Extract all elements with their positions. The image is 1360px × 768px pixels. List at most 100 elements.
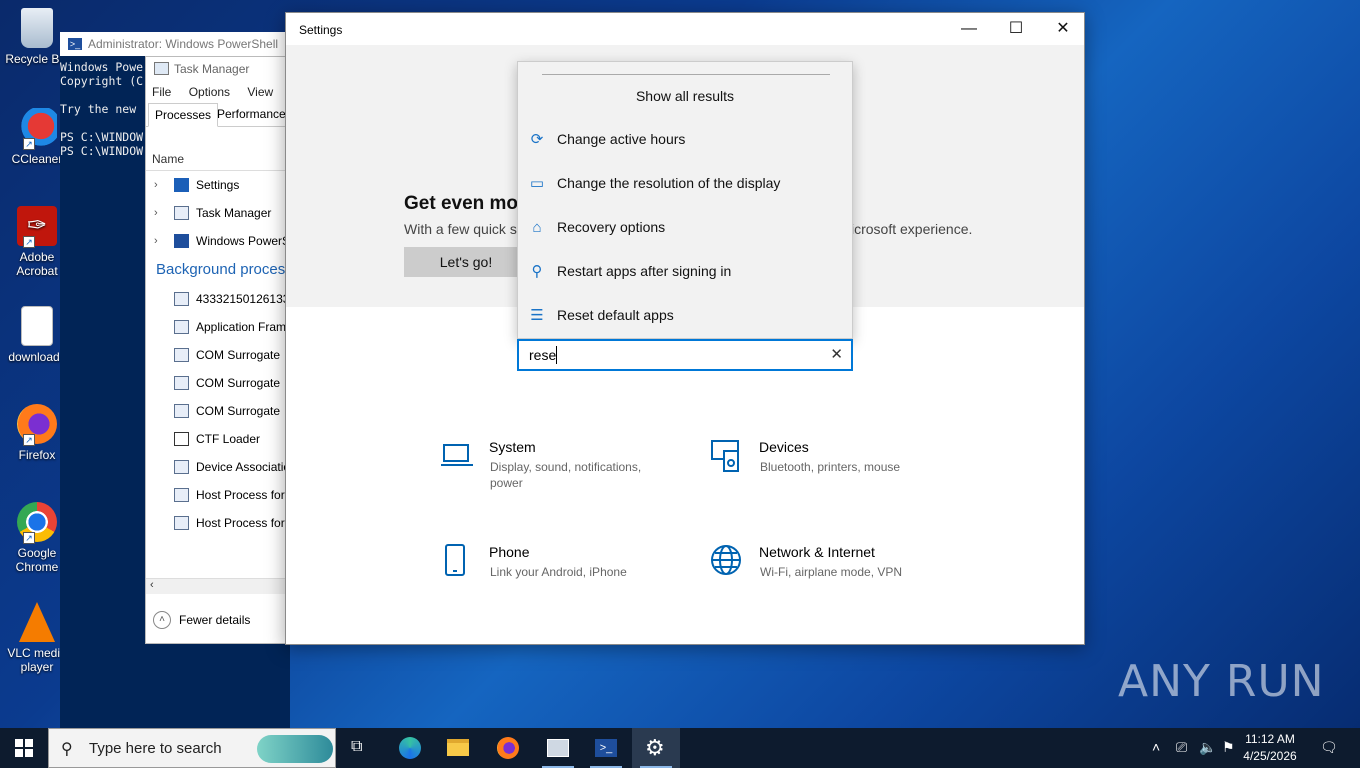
taskbar-search-placeholder: Type here to search	[89, 740, 222, 757]
system-clock[interactable]: 11:12 AM 4/25/2026	[1240, 731, 1300, 765]
fewer-details-button[interactable]: ˄ Fewer details	[146, 605, 286, 635]
process-row[interactable]: Host Process for	[146, 481, 286, 509]
category-network[interactable]: Network & Internet Wi-Fi, airplane mode,…	[710, 544, 950, 604]
process-row[interactable]: 433321501261335	[146, 285, 286, 313]
divider	[542, 74, 830, 75]
firefox-icon: ↗	[17, 404, 57, 446]
category-system[interactable]: System Display, sound, notifications, po…	[440, 439, 680, 499]
gear-icon: ⚙	[645, 735, 665, 760]
recycle-bin-icon	[21, 8, 53, 48]
chevron-up-icon[interactable]: ˄	[1152, 739, 1160, 755]
process-window-icon	[174, 376, 189, 390]
category-devices[interactable]: Devices Bluetooth, printers, mouse	[710, 439, 950, 499]
process-row[interactable]: Device Associatio	[146, 453, 286, 481]
settings-search-input[interactable]: rese ✕	[517, 339, 853, 371]
process-row[interactable]: COM Surrogate	[146, 397, 286, 425]
action-center-flag-icon[interactable]: ⚑	[1222, 739, 1235, 756]
settings-title: Settings	[299, 23, 343, 37]
notifications-icon[interactable]: 🗨	[1320, 739, 1338, 756]
search-highlight-image	[257, 735, 333, 763]
start-button[interactable]	[0, 728, 48, 768]
task-manager-icon	[174, 206, 189, 220]
process-row-task-manager[interactable]: › Task Manager	[146, 199, 286, 227]
lets-go-button[interactable]: Let's go!	[404, 247, 528, 277]
ccleaner-icon: ↗	[17, 108, 57, 150]
suggestion-reset-default-apps[interactable]: ☰ Reset default apps	[518, 296, 852, 336]
process-row[interactable]: COM Surrogate	[146, 369, 286, 397]
chevron-right-icon[interactable]: ›	[154, 199, 158, 227]
maximize-button[interactable]: ☐	[993, 13, 1039, 45]
anyrun-watermark: ANY RUN	[1118, 656, 1325, 707]
image-file-icon	[21, 306, 53, 346]
column-header-name[interactable]: Name	[146, 127, 286, 171]
network-icon[interactable]: ⎚	[1176, 739, 1187, 756]
recovery-icon: ⌂	[532, 219, 542, 236]
tab-processes[interactable]: Processes	[148, 103, 219, 127]
taskbar-firefox[interactable]	[484, 728, 532, 768]
chevron-up-icon: ˄	[153, 611, 171, 629]
scroll-left-icon[interactable]: ‹	[150, 579, 154, 591]
laptop-icon	[441, 444, 473, 466]
taskbar-task-manager[interactable]	[534, 728, 582, 768]
sync-icon: ⟳	[530, 131, 544, 148]
phone-icon	[445, 544, 465, 576]
task-manager-titlebar[interactable]: Task Manager	[146, 57, 286, 81]
ctf-loader-icon	[174, 432, 189, 446]
process-row-settings[interactable]: › Settings	[146, 171, 286, 199]
tab-performance[interactable]: Performance	[211, 103, 286, 127]
process-row-powershell[interactable]: › Windows PowerS	[146, 227, 286, 255]
clock-time: 11:12 AM	[1245, 732, 1295, 746]
powershell-titlebar[interactable]: >_ Administrator: Windows PowerShell	[60, 32, 290, 56]
process-row[interactable]: Application Fram	[146, 313, 286, 341]
process-row[interactable]: COM Surrogate	[146, 341, 286, 369]
monitor-icon: ▭	[529, 175, 545, 192]
task-view-icon: ⧉	[351, 738, 363, 755]
taskbar-settings[interactable]: ⚙	[632, 728, 680, 768]
taskbar-search-box[interactable]: ⚲ Type here to search	[48, 728, 336, 768]
menu-view[interactable]: View	[247, 85, 273, 99]
firefox-icon	[497, 737, 519, 759]
vlc-cone-icon	[19, 602, 55, 642]
taskbar: ⚲ Type here to search ⧉ >_ ⚙ ˄ ⎚ 🔈 ⚑ 11:…	[0, 728, 1360, 768]
task-manager-tabs: Processes Performance	[146, 103, 286, 127]
suggestion-change-active-hours[interactable]: ⟳ Change active hours	[518, 120, 852, 160]
task-manager-window[interactable]: Task Manager File Options View Processes…	[145, 56, 287, 644]
horizontal-scrollbar[interactable]: ‹	[146, 578, 286, 594]
windows-logo-icon	[15, 739, 33, 757]
process-window-icon	[174, 320, 189, 334]
suggestion-recovery-options[interactable]: ⌂ Recovery options	[518, 208, 852, 248]
powershell-icon: >_	[68, 38, 82, 50]
clear-search-icon[interactable]: ✕	[830, 345, 843, 363]
suggestion-change-resolution[interactable]: ▭ Change the resolution of the display	[518, 164, 852, 204]
adobe-acrobat-icon: ✑ ↗	[17, 206, 57, 248]
banner-title: Get even mo	[404, 193, 519, 214]
edge-icon	[399, 737, 421, 759]
menu-file[interactable]: File	[152, 85, 171, 99]
powershell-title: Administrator: Windows PowerShell	[88, 37, 279, 51]
volume-icon[interactable]: 🔈	[1199, 739, 1216, 756]
process-window-icon	[174, 460, 189, 474]
category-phone[interactable]: Phone Link your Android, iPhone	[440, 544, 680, 604]
devices-icon	[711, 440, 739, 472]
chevron-right-icon[interactable]: ›	[154, 171, 158, 199]
suggestion-restart-apps[interactable]: ⚲ Restart apps after signing in	[518, 252, 852, 292]
taskbar-file-explorer[interactable]	[434, 728, 482, 768]
show-all-results[interactable]: Show all results	[518, 88, 852, 104]
chevron-right-icon[interactable]: ›	[154, 227, 158, 255]
task-manager-title: Task Manager	[174, 62, 250, 76]
settings-gear-icon	[174, 178, 189, 192]
process-row[interactable]: Host Process for	[146, 509, 286, 537]
key-search-icon: ⚲	[531, 263, 543, 280]
taskbar-powershell[interactable]: >_	[582, 728, 630, 768]
minimize-button[interactable]: —	[946, 13, 992, 45]
process-row[interactable]: CTF Loader	[146, 425, 286, 453]
task-manager-menubar: File Options View	[146, 81, 286, 103]
background-processes-heading: Background proces	[156, 261, 286, 278]
folder-icon	[447, 739, 469, 756]
globe-icon	[711, 545, 741, 575]
list-icon: ☰	[530, 307, 544, 324]
task-view-button[interactable]: ⧉	[336, 728, 384, 768]
taskbar-edge[interactable]	[386, 728, 434, 768]
menu-options[interactable]: Options	[189, 85, 230, 99]
close-button[interactable]: ✕	[1040, 13, 1084, 45]
